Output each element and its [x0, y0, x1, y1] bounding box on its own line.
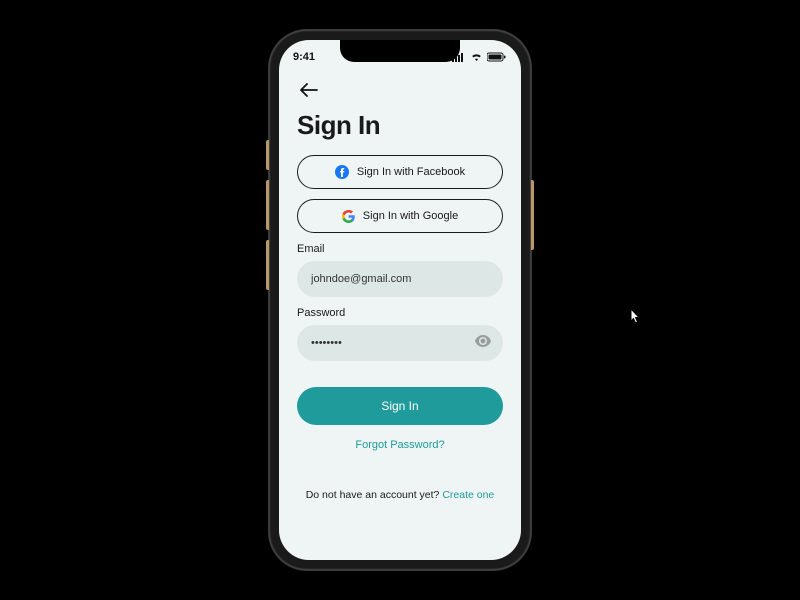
volume-button — [266, 240, 269, 290]
email-field-group: Email — [297, 243, 503, 297]
status-indicators — [452, 52, 507, 62]
phone-frame: 9:41 Sign In Sign In with Facebook Sign … — [269, 30, 531, 570]
back-button[interactable] — [297, 78, 321, 102]
password-field-group: Password — [297, 307, 503, 361]
status-time: 9:41 — [293, 51, 315, 63]
screen-content: Sign In Sign In with Facebook Sign In wi… — [279, 68, 521, 501]
google-icon — [342, 210, 355, 223]
page-title: Sign In — [297, 110, 503, 141]
phone-screen: 9:41 Sign In Sign In with Facebook Sign … — [279, 40, 521, 560]
volume-button — [266, 140, 269, 170]
email-field[interactable] — [297, 261, 503, 297]
wifi-icon — [470, 52, 483, 62]
facebook-signin-button[interactable]: Sign In with Facebook — [297, 155, 503, 189]
signin-button[interactable]: Sign In — [297, 387, 503, 425]
password-field[interactable] — [297, 325, 503, 361]
forgot-password-link[interactable]: Forgot Password? — [297, 439, 503, 451]
phone-notch — [340, 40, 460, 62]
arrow-left-icon — [300, 83, 318, 97]
signup-prompt-text: Do not have an account yet? — [306, 489, 443, 501]
google-button-label: Sign In with Google — [363, 210, 458, 222]
eye-icon — [475, 335, 491, 347]
signup-prompt-row: Do not have an account yet? Create one — [297, 489, 503, 501]
facebook-icon — [335, 165, 349, 179]
toggle-password-visibility[interactable] — [475, 334, 491, 352]
power-button — [531, 180, 534, 250]
create-account-link[interactable]: Create one — [442, 489, 494, 501]
battery-icon — [487, 52, 507, 62]
facebook-button-label: Sign In with Facebook — [357, 166, 465, 178]
google-signin-button[interactable]: Sign In with Google — [297, 199, 503, 233]
cursor-icon — [628, 308, 642, 326]
password-label: Password — [297, 307, 503, 319]
email-label: Email — [297, 243, 503, 255]
volume-button — [266, 180, 269, 230]
